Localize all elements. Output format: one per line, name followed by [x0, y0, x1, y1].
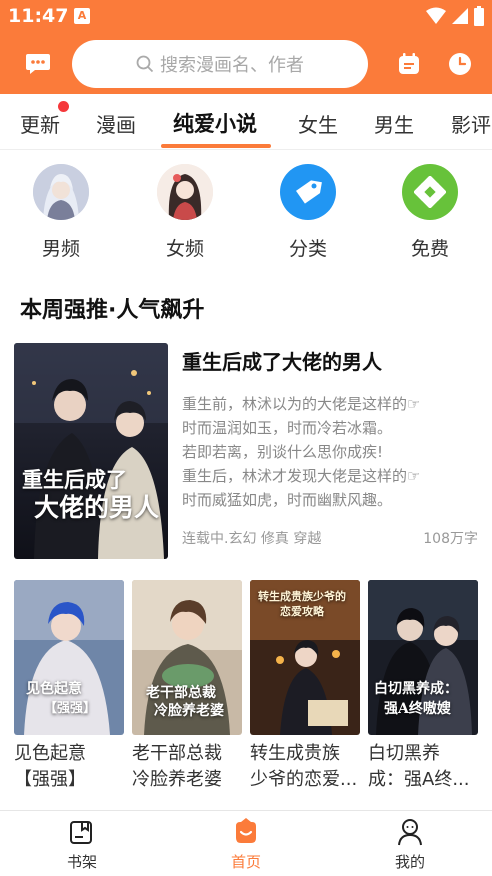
description-line: 重生前，林沭以为的大佬是这样的☞: [182, 395, 421, 413]
book-cover: 转生成贵族少爷的 恋爱攻略: [250, 580, 360, 735]
description-line: 时而温润如玉，时而冷若冰霜。: [182, 419, 393, 437]
status-bar: 11:47 A: [0, 0, 492, 34]
tab-bl-novels[interactable]: 纯爱小说: [173, 108, 257, 138]
featured-book-word-count: 108万字: [423, 531, 478, 547]
male-avatar-icon: [33, 164, 89, 220]
female-avatar-icon: [157, 164, 213, 220]
featured-cover-title-line1: 重生后成了: [22, 467, 127, 492]
cover-title-text: 见色起意: [26, 681, 82, 697]
featured-cover-title-line2: 大佬的男人: [34, 493, 160, 522]
book-title-line: 少爷的恋爱...: [250, 769, 358, 790]
battery-icon: [474, 6, 484, 26]
signal-icon: [452, 8, 468, 24]
book-title: 白切黑养 成：强A终...: [368, 741, 480, 793]
tab-comics[interactable]: 漫画: [96, 109, 136, 138]
book-title: 见色起意 【强强】: [14, 741, 126, 793]
book-cover: 见色起意 【强强】: [14, 580, 124, 735]
book-card[interactable]: 白切黑养成： 强A终嗷嫂 白切黑养 成：强A终...: [368, 580, 480, 793]
book-card[interactable]: 老干部总裁 冷脸养老婆 老干部总裁 冷脸养老婆: [132, 580, 244, 793]
description-line: 时而威猛如虎，时而幽默风趣。: [182, 491, 393, 508]
top-header: 搜索漫画名、作者: [0, 34, 492, 94]
category-label: 免费: [410, 238, 449, 260]
app-badge-letter: A: [77, 9, 87, 22]
featured-book-title[interactable]: 重生后成了大佬的男人: [182, 346, 382, 375]
nav-bookshelf[interactable]: 书架: [42, 817, 122, 872]
category-female-channel[interactable]: 女频: [145, 164, 225, 261]
status-icons: [426, 6, 484, 26]
history-clock-icon[interactable]: [446, 50, 474, 78]
nav-label: 首页: [230, 853, 261, 871]
book-title-line: 白切黑养: [368, 743, 440, 764]
category-label: 男频: [41, 238, 80, 260]
search-input[interactable]: 搜索漫画名、作者: [72, 40, 368, 88]
tab-update[interactable]: 更新: [20, 109, 60, 138]
nav-profile[interactable]: 我的: [370, 817, 450, 872]
category-male-channel[interactable]: 男频: [21, 164, 101, 261]
book-cover: 老干部总裁 冷脸养老婆: [132, 580, 242, 735]
book-title-line: 见色起意: [14, 743, 86, 764]
category-free[interactable]: 免费: [390, 164, 470, 261]
category-classification[interactable]: 分类: [268, 164, 348, 261]
home-icon: [206, 817, 286, 847]
active-tab-indicator: [161, 144, 271, 148]
category-label: 分类: [288, 238, 327, 260]
category-shortcuts: 男频 女频 分类 免费: [0, 164, 492, 264]
book-card[interactable]: 转生成贵族少爷的 恋爱攻略 转生成贵族 少爷的恋爱...: [250, 580, 362, 793]
status-time: 11:47: [8, 5, 69, 27]
cover-subtitle-text: 冷脸养老婆: [154, 703, 224, 719]
book-title: 老干部总裁 冷脸养老婆: [132, 741, 244, 793]
featured-book-description: 重生前，林沭以为的大佬是这样的☞ 时而温润如玉，时而冷若冰霜。 若即若离，别谈什…: [182, 392, 452, 508]
message-icon[interactable]: [24, 50, 52, 78]
featured-book-meta: 连载中.玄幻 修真 穿越: [182, 531, 322, 547]
cover-subtitle-text: 【强强】: [44, 701, 97, 716]
nav-label: 书架: [66, 853, 97, 871]
book-cover: 白切黑养成： 强A终嗷嫂: [368, 580, 478, 735]
tag-icon: [280, 164, 336, 220]
cover-title-text: 白切黑养成：: [374, 681, 458, 697]
free-icon: [402, 164, 458, 220]
book-card[interactable]: 见色起意 【强强】 见色起意 【强强】: [14, 580, 126, 793]
wifi-icon: [426, 7, 446, 24]
book-title-line: 【强强】: [14, 769, 86, 790]
tab-reviews[interactable]: 影评: [451, 109, 491, 138]
bottom-navigation: 书架 首页 我的: [0, 810, 492, 876]
book-title: 转生成贵族 少爷的恋爱...: [250, 741, 362, 793]
app-notification-icon: A: [74, 8, 90, 24]
book-title-line: 成：强A终...: [368, 769, 470, 790]
featured-book-cover[interactable]: 重生后成了 大佬的男人: [14, 343, 168, 559]
book-title-line: 老干部总裁: [132, 743, 222, 764]
search-icon: [136, 55, 154, 73]
profile-icon: [370, 817, 450, 847]
nav-home[interactable]: 首页: [206, 817, 286, 872]
search-placeholder: 搜索漫画名、作者: [160, 55, 304, 76]
cover-title-text: 老干部总裁: [146, 685, 216, 701]
book-title-line: 冷脸养老婆: [132, 769, 222, 790]
section-title: 本周强推·人气飙升: [20, 298, 205, 323]
book-title-line: 转生成贵族: [250, 743, 340, 764]
tab-male[interactable]: 男生: [374, 109, 414, 138]
new-update-dot: [58, 101, 69, 112]
bookshelf-icon: [42, 817, 122, 847]
cover-title-text: 转生成贵族少爷的: [258, 590, 346, 603]
cover-subtitle-text: 恋爱攻略: [280, 605, 324, 618]
tab-female[interactable]: 女生: [298, 109, 338, 138]
cover-subtitle-text: 强A终嗷嫂: [384, 701, 451, 717]
category-tabs: 更新 漫画 纯爱小说 女生 男生 影评: [0, 94, 492, 150]
checkin-icon[interactable]: [395, 50, 423, 78]
description-line: 重生后，林沭才发现大佬是这样的☞: [182, 467, 421, 485]
description-line: 若即若离，别谈什么思你成疾!: [182, 443, 384, 461]
nav-label: 我的: [394, 853, 425, 871]
category-label: 女频: [165, 238, 204, 260]
